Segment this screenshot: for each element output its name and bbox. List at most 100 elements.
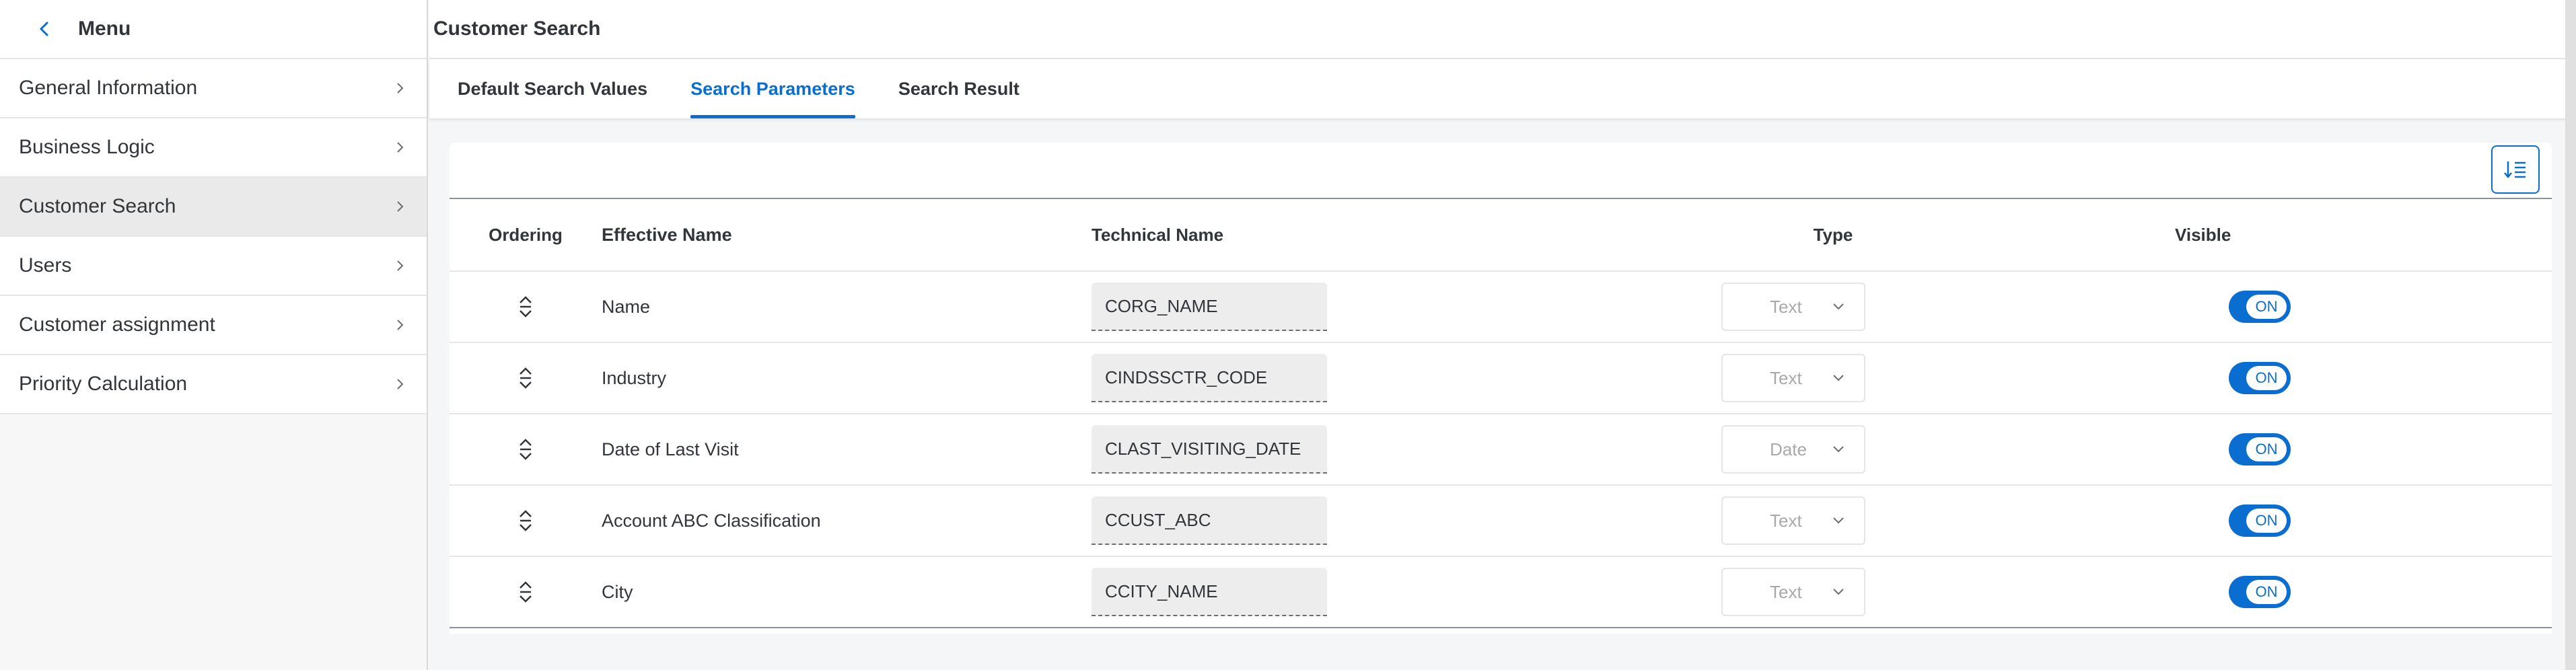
reorder-arrows-icon[interactable]	[514, 579, 537, 605]
toggle-state-label: ON	[2246, 366, 2287, 390]
visible-toggle[interactable]: ON	[2229, 505, 2291, 537]
ordering-cell	[450, 507, 602, 534]
effective-name-cell: Industry	[602, 367, 667, 388]
chevron-right-icon	[392, 258, 408, 274]
toggle-state-label: ON	[2246, 580, 2287, 604]
search-parameters-panel: Ordering Effective Name Technical Name T…	[450, 143, 2552, 634]
visible-cell: ON	[2074, 362, 2552, 394]
type-select[interactable]: Date	[1721, 425, 1865, 474]
app: Menu General Information Business Logic …	[0, 0, 2576, 670]
technical-name-cell: CCITY_NAME	[1092, 568, 1738, 616]
visible-cell: ON	[2074, 433, 2552, 466]
page-title: Customer Search	[433, 17, 601, 40]
sidebar-item-label: Priority Calculation	[19, 373, 188, 395]
tab-search-result[interactable]: Search Result	[898, 59, 1019, 118]
sidebar-list: General Information Business Logic Custo…	[0, 59, 427, 414]
sidebar-item-label: General Information	[19, 77, 198, 99]
chevron-right-icon	[392, 198, 408, 215]
reorder-arrows-icon[interactable]	[514, 507, 537, 534]
effective-name-cell: Name	[602, 296, 651, 317]
sidebar-item-customer-assignment[interactable]: Customer assignment	[0, 296, 427, 355]
type-cell: Text	[1721, 354, 2074, 402]
chevron-right-icon	[392, 139, 408, 155]
effective-name-cell: City	[602, 581, 633, 602]
technical-name-cell: CINDSSCTR_CODE	[1092, 354, 1738, 402]
search-parameters-table: Ordering Effective Name Technical Name T…	[450, 199, 2552, 628]
technical-name-field: CCUST_ABC	[1092, 496, 1327, 545]
tab-search-parameters[interactable]: Search Parameters	[690, 59, 855, 118]
sidebar-item-label: Customer Search	[19, 195, 176, 217]
ordering-cell	[450, 436, 602, 463]
technical-name-field: CINDSSCTR_CODE	[1092, 354, 1327, 402]
chevron-left-icon	[40, 22, 48, 36]
chevron-down-icon	[1833, 446, 1844, 453]
main-content: Customer Search Default Search Values Se…	[429, 0, 2576, 670]
sidebar-item-label: Customer assignment	[19, 313, 215, 336]
technical-name-cell: CCUST_ABC	[1092, 496, 1738, 545]
type-select-value: Text	[1770, 296, 1802, 317]
table-row: Account ABC Classification CCUST_ABC Tex…	[450, 486, 2552, 557]
tab-default-search-values[interactable]: Default Search Values	[458, 59, 647, 118]
visible-cell: ON	[2074, 505, 2552, 537]
reorder-arrows-icon[interactable]	[514, 365, 537, 392]
sidebar-item-users[interactable]: Users	[0, 237, 427, 296]
table-row: Industry CINDSSCTR_CODE Text ON	[450, 343, 2552, 414]
sidebar-item-business-logic[interactable]: Business Logic	[0, 118, 427, 178]
chevron-down-icon	[1833, 589, 1844, 595]
type-cell: Date	[1721, 425, 2074, 474]
sidebar-item-priority-calculation[interactable]: Priority Calculation	[0, 355, 427, 414]
sidebar-item-customer-search[interactable]: Customer Search	[0, 178, 427, 237]
sidebar-item-label: Users	[19, 254, 72, 276]
visible-toggle[interactable]: ON	[2229, 362, 2291, 394]
type-select-value: Text	[1770, 581, 1802, 602]
sort-ascending-icon	[2504, 161, 2526, 178]
type-select-value: Date	[1770, 439, 1807, 459]
type-select-value: Text	[1770, 510, 1802, 531]
visible-toggle[interactable]: ON	[2229, 291, 2291, 323]
visible-toggle[interactable]: ON	[2229, 433, 2291, 466]
ordering-cell	[450, 579, 602, 605]
back-button[interactable]	[24, 9, 65, 49]
ordering-cell	[450, 293, 602, 320]
sidebar-title: Menu	[78, 17, 131, 40]
technical-name-cell: CLAST_VISITING_DATE	[1092, 425, 1738, 474]
reorder-arrows-icon[interactable]	[514, 436, 537, 463]
toggle-state-label: ON	[2246, 295, 2287, 319]
sort-button[interactable]	[2491, 145, 2540, 194]
technical-name-field: CORG_NAME	[1092, 283, 1327, 331]
chevron-down-icon	[1833, 375, 1844, 381]
visible-toggle[interactable]: ON	[2229, 576, 2291, 608]
column-header-technical-name: Technical Name	[1092, 224, 1224, 245]
type-select[interactable]: Text	[1721, 354, 1865, 402]
ordering-cell	[450, 365, 602, 392]
tab-bar: Default Search Values Search Parameters …	[429, 59, 2576, 118]
table-row: Name CORG_NAME Text ON	[450, 272, 2552, 343]
toggle-state-label: ON	[2246, 509, 2287, 533]
type-cell: Text	[1721, 283, 2074, 331]
reorder-arrows-icon[interactable]	[514, 293, 537, 320]
sidebar-item-label: Business Logic	[19, 136, 155, 158]
effective-name-cell: Date of Last Visit	[602, 439, 739, 459]
table-toolbar	[450, 143, 2552, 199]
table-header-row: Ordering Effective Name Technical Name T…	[450, 199, 2552, 272]
table-row: Date of Last Visit CLAST_VISITING_DATE D…	[450, 414, 2552, 486]
sidebar-item-general-information[interactable]: General Information	[0, 59, 427, 118]
type-select[interactable]: Text	[1721, 496, 1865, 545]
sidebar: Menu General Information Business Logic …	[0, 0, 428, 670]
main-header: Customer Search	[429, 0, 2576, 59]
visible-cell: ON	[2074, 576, 2552, 608]
window-scrollbar[interactable]	[2565, 0, 2576, 670]
technical-name-cell: CORG_NAME	[1092, 283, 1738, 331]
chevron-down-icon	[1833, 517, 1844, 524]
column-header-visible: Visible	[2175, 224, 2231, 245]
column-header-type: Type	[1813, 224, 1853, 245]
chevron-down-icon	[1833, 303, 1844, 310]
visible-cell: ON	[2074, 291, 2552, 323]
column-header-effective-name: Effective Name	[602, 224, 732, 245]
type-cell: Text	[1721, 568, 2074, 616]
type-select[interactable]: Text	[1721, 568, 1865, 616]
type-select-value: Text	[1770, 367, 1802, 388]
type-select[interactable]: Text	[1721, 283, 1865, 331]
effective-name-cell: Account ABC Classification	[602, 510, 821, 531]
chevron-right-icon	[392, 317, 408, 333]
